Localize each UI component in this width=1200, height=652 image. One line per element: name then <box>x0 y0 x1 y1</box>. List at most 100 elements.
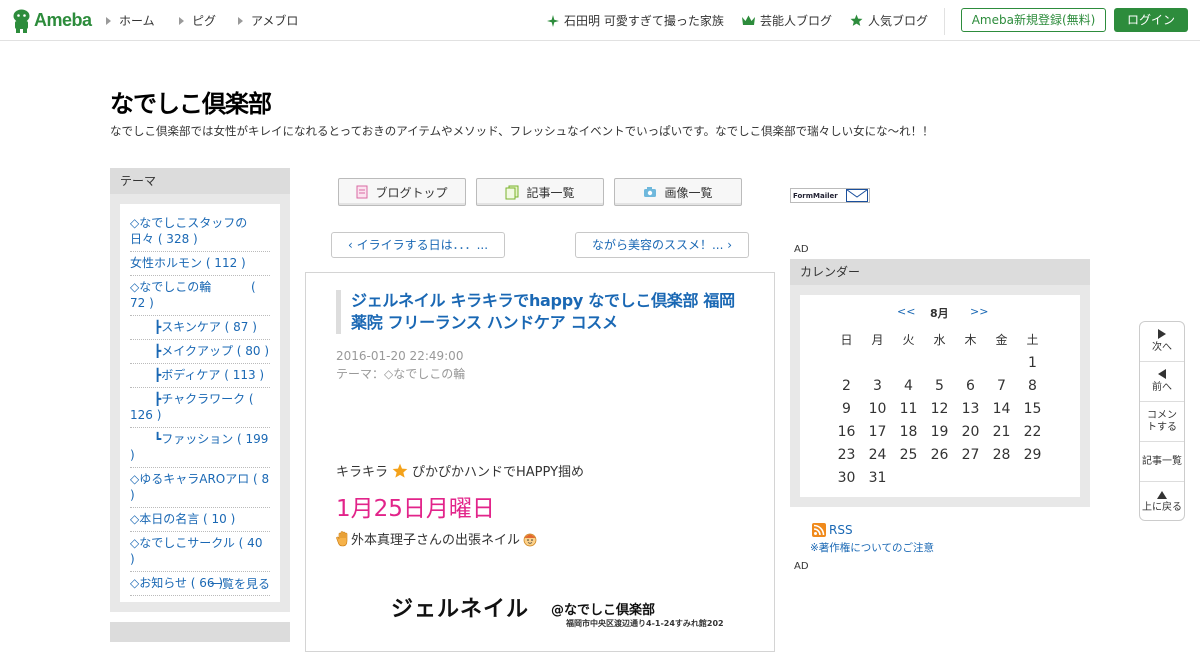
nav-ameblo[interactable]: アメブロ <box>238 12 298 29</box>
nav-home-label: ホーム <box>119 14 155 28</box>
blog-top-button[interactable]: ブログトップ <box>338 178 466 206</box>
calendar-day <box>986 352 1017 375</box>
ameba-logo[interactable]: Ameba <box>12 8 92 33</box>
article-text: ぴかぴかハンドでHAPPY掴め <box>412 465 585 480</box>
next-button[interactable]: 次へ <box>1140 322 1184 362</box>
prev-button[interactable]: 前へ <box>1140 362 1184 402</box>
star-icon <box>850 14 863 26</box>
theme-item[interactable]: ┣チャクラワーク ( 126 ) <box>130 388 270 428</box>
nav-pigg-label: ピグ <box>192 14 217 28</box>
calendar-day: 31 <box>868 470 887 486</box>
calendar-day: 17 <box>868 424 887 440</box>
calendar-day: 1 <box>1028 355 1037 371</box>
calendar-day: 21 <box>992 424 1011 440</box>
calendar-day <box>893 467 924 490</box>
theme-item[interactable]: ◇なでしこの輪 ( 72 ) <box>130 276 270 316</box>
register-button[interactable]: Ameba新規登録(無料) <box>961 8 1106 32</box>
article-text: 外本真理子さんの出張ネイル <box>351 533 521 548</box>
document-icon <box>356 185 368 199</box>
article: ジェルネイル キラキラでhappy なでしこ倶楽部 福岡 薬院 フリーランス ハ… <box>305 272 775 652</box>
article-theme: テーマ：◇なでしこの輪 <box>336 365 465 382</box>
theme-item[interactable]: ◇ゆるキャラAROアロ ( 8 ) <box>130 468 270 508</box>
calendar-weekday: 金 <box>995 333 1008 347</box>
calendar-day <box>924 467 955 490</box>
nav-ameblo-label: アメブロ <box>251 14 299 28</box>
ameba-mascot-icon <box>13 9 30 33</box>
next-article-button[interactable]: ながら美容のススメ！... › <box>575 232 749 258</box>
theme-item[interactable]: ┣メイクアップ ( 80 ) <box>130 340 270 364</box>
calendar-weekday: 水 <box>933 333 946 347</box>
theme-item[interactable]: ◇なでしこサークル ( 40 ) <box>130 532 270 572</box>
image-list-button[interactable]: 画像一覧 <box>614 178 742 206</box>
rss-label: RSS <box>829 523 853 537</box>
calendar-widget: カレンダー << 8月 >> 日月火水木金土 1 2 3 4 5 6 7 8 9 10 11 12 13 1… <box>790 259 1090 507</box>
calendar-week: 23 24 25 26 27 28 29 <box>831 444 1048 467</box>
calendar-day <box>955 467 986 490</box>
nav-pigg[interactable]: ピグ <box>179 12 216 29</box>
copyright-note-link[interactable]: ※著作権についてのご注意 <box>810 540 934 555</box>
theme-item[interactable]: ◇なでしこスタッフの日々 ( 328 ) <box>130 212 270 252</box>
back-to-top-button[interactable]: 上に戻る <box>1140 482 1184 522</box>
calendar-day: 20 <box>961 424 980 440</box>
calendar-weekday: 火 <box>902 333 915 347</box>
article-datetime: 2016-01-20 22:49:00 <box>336 349 464 363</box>
login-button[interactable]: ログイン <box>1114 8 1188 32</box>
comment-label: コメントする <box>1147 409 1177 433</box>
calendar-day <box>1017 467 1048 490</box>
article-highlight-date: 1月25日月曜日 <box>336 496 495 522</box>
article-list-button[interactable]: 記事一覧 <box>476 178 604 206</box>
next-label: 次へ <box>1152 342 1172 353</box>
image-caption-title: ジェルネイル <box>391 597 530 622</box>
theme-more-link[interactable]: 一覧を見る <box>210 575 270 592</box>
calendar-day: 28 <box>992 447 1011 463</box>
hand-emoji-icon <box>336 530 348 546</box>
article-title[interactable]: ジェルネイル キラキラでhappy なでしこ倶楽部 福岡 薬院 フリーランス ハ… <box>336 290 741 334</box>
caret-right-icon <box>179 16 184 25</box>
face-emoji-icon <box>523 533 537 546</box>
theme-item[interactable]: ◇本日の名言 ( 10 ) <box>130 508 270 532</box>
calendar-day: 11 <box>899 401 918 417</box>
calendar-week: 16 17 18 19 20 21 22 <box>831 421 1048 444</box>
theme-item[interactable]: ┣スキンケア ( 87 ) <box>130 316 270 340</box>
theme-item[interactable]: ┗ファッション ( 199 ) <box>130 428 270 468</box>
calendar-week: 9 10 11 12 13 14 15 <box>831 398 1048 421</box>
calendar-day: 7 <box>997 378 1006 394</box>
caret-right-icon <box>238 16 243 25</box>
formmailer-banner[interactable]: FormMailer <box>790 188 870 203</box>
popular-blog-link[interactable]: 人気ブログ <box>850 12 928 29</box>
theme-item[interactable]: ┣ボディケア ( 113 ) <box>130 364 270 388</box>
prev-article-button[interactable]: ‹ イライラする日は．．．... <box>331 232 505 258</box>
theme-item[interactable]: 女性ホルモン ( 112 ) <box>130 252 270 276</box>
calendar-day: 24 <box>868 447 887 463</box>
celebrity-blog-link[interactable]: 芸能人ブログ <box>742 12 832 29</box>
blog-title[interactable]: なでしこ倶楽部 <box>110 84 272 119</box>
calendar-header: カレンダー <box>790 259 1090 285</box>
comment-button[interactable]: コメントする <box>1140 402 1184 442</box>
rss-link[interactable]: RSS <box>812 523 853 537</box>
calendar-next-link[interactable]: >> <box>970 305 988 318</box>
calendar-weekday: 木 <box>964 333 977 347</box>
camera-icon <box>644 187 657 197</box>
article-line: 外本真理子さんの出張ネイル <box>336 529 538 548</box>
documents-icon <box>505 185 519 199</box>
ad-label: AD <box>794 244 809 255</box>
calendar-day <box>893 352 924 375</box>
calendar-day <box>862 352 893 375</box>
article-text: キラキラ <box>336 465 389 480</box>
crown-icon <box>742 15 755 25</box>
article-image[interactable]: ジェルネイル @なでしこ倶楽部 福岡市中央区渡辺通り4-1-24すみれ館202 <box>391 591 741 641</box>
prev-arrow-icon <box>1158 369 1166 379</box>
celebrity-blog-label: 芸能人ブログ <box>760 14 833 28</box>
popular-blog-label: 人気ブログ <box>868 14 929 28</box>
trending-link[interactable]: 石田明 可愛すぎて撮った家族 <box>547 12 724 29</box>
nav-home[interactable]: ホーム <box>106 12 155 29</box>
envelope-icon <box>846 189 868 202</box>
article-list-side-button[interactable]: 記事一覧 <box>1140 442 1184 482</box>
ad-label: AD <box>794 561 809 572</box>
calendar-prev-link[interactable]: << <box>897 305 915 318</box>
calendar-day: 4 <box>904 378 913 394</box>
theme-prefix: テーマ： <box>336 367 385 381</box>
calendar-day: 23 <box>837 447 856 463</box>
article-theme-link[interactable]: ◇なでしこの輪 <box>384 367 465 381</box>
calendar-day <box>986 467 1017 490</box>
